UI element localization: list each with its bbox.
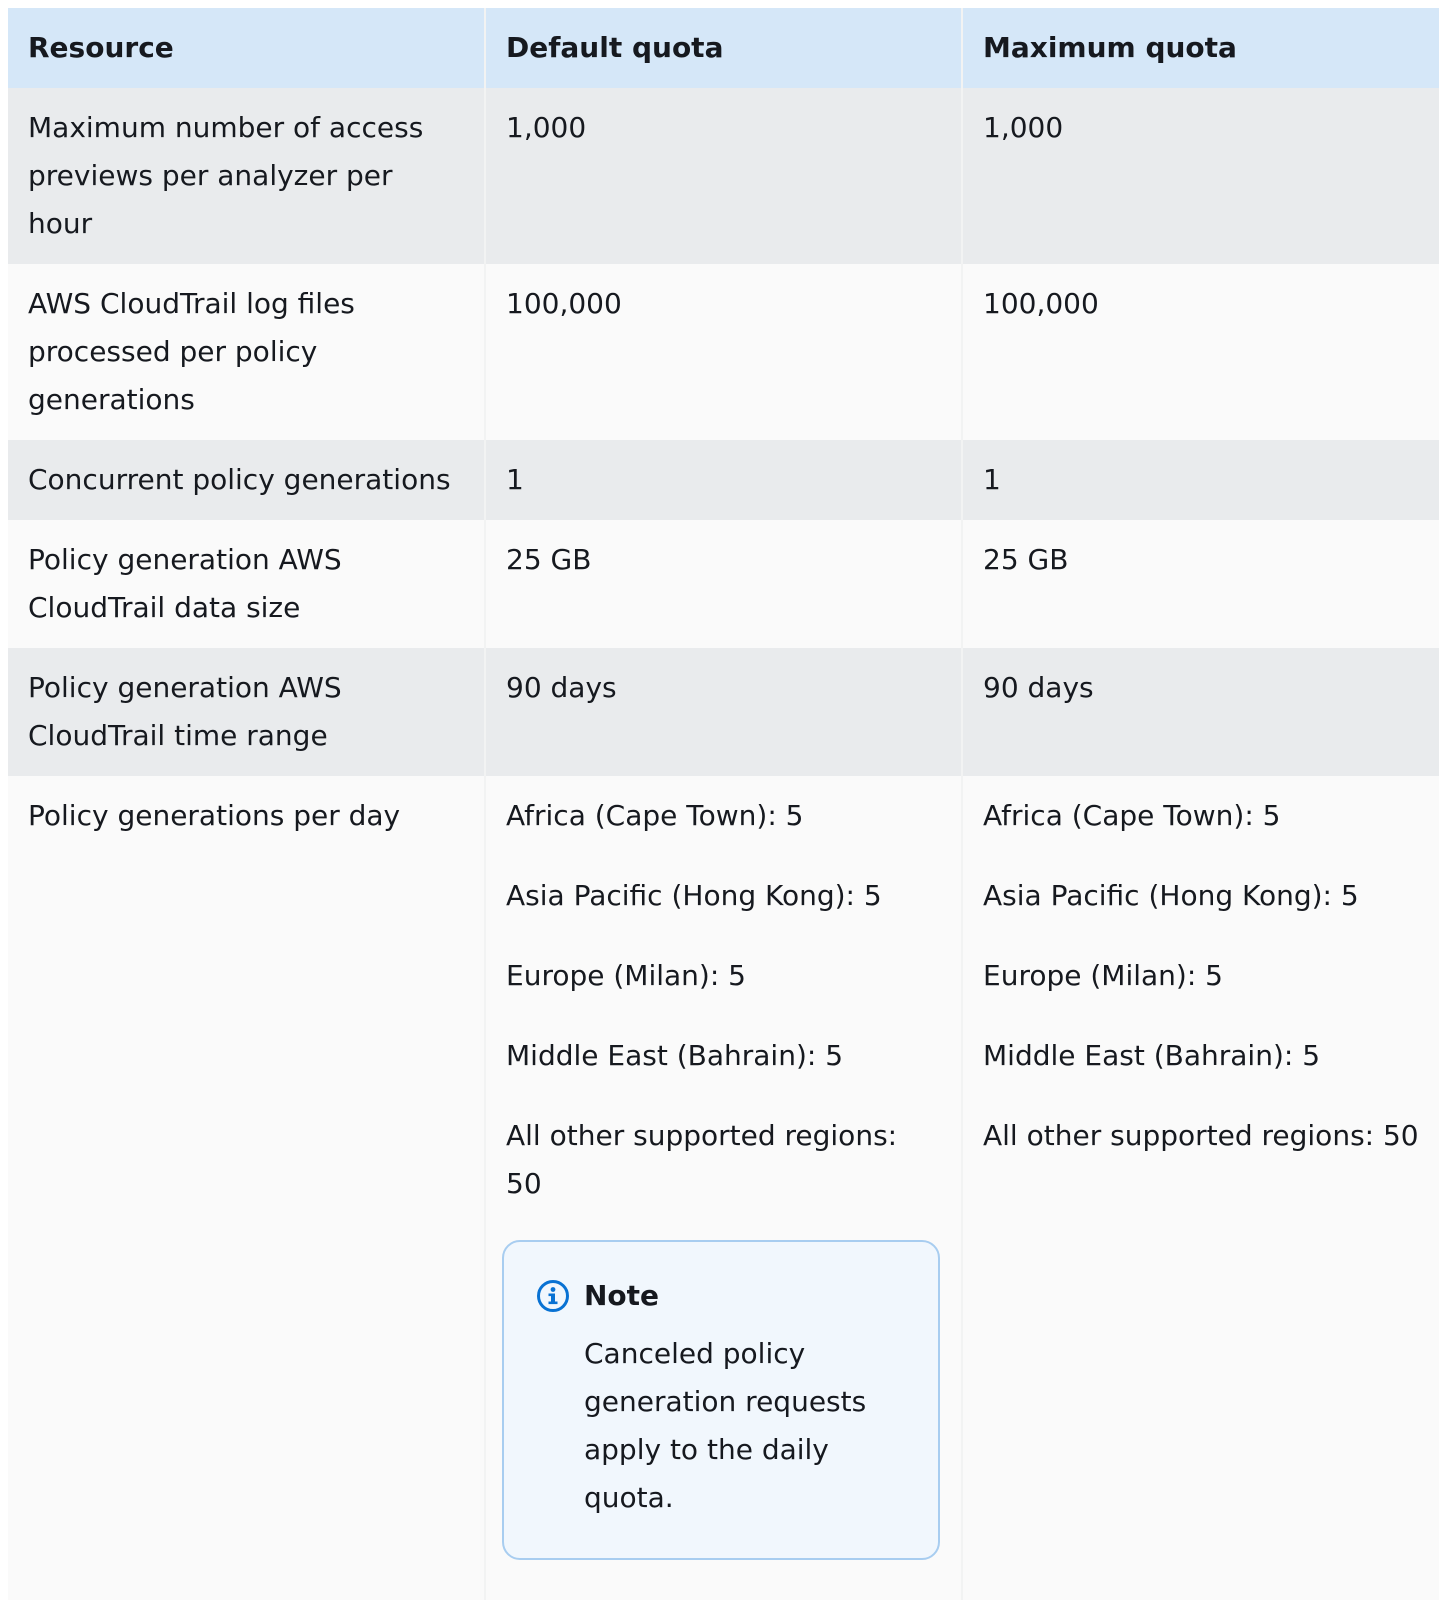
maximum-quota-cell: 1,000: [962, 88, 1439, 264]
maximum-region-list: Africa (Cape Town): 5 Asia Pacific (Hong…: [983, 792, 1419, 1160]
default-quota-cell: 1,000: [485, 88, 963, 264]
maximum-quota-cell: 90 days: [962, 648, 1439, 776]
resource-cell: Concurrent policy generations: [8, 440, 486, 520]
table-row: Policy generation AWS CloudTrail time ra…: [8, 648, 1439, 776]
quota-table: Resource Default quota Maximum quota Max…: [8, 8, 1439, 1600]
default-quota-cell: 100,000: [485, 264, 963, 440]
region-quota-item: All other supported regions: 50: [506, 1119, 898, 1200]
default-region-list: Africa (Cape Town): 5 Asia Pacific (Hong…: [506, 792, 941, 1208]
table-row: Policy generation AWS CloudTrail data si…: [8, 520, 1439, 648]
resource-cell: Policy generations per day: [8, 776, 486, 1600]
default-quota-cell: 25 GB: [485, 520, 963, 648]
maximum-quota-cell: 25 GB: [962, 520, 1439, 648]
resource-cell: Policy generation AWS CloudTrail time ra…: [8, 648, 486, 776]
column-header-default-quota: Default quota: [485, 8, 963, 88]
note-text: Canceled policy generation requests appl…: [584, 1337, 867, 1514]
resource-cell: Maximum number of access previews per an…: [8, 88, 486, 264]
note-callout: Note Canceled policy generation requests…: [502, 1240, 940, 1560]
column-header-maximum-quota: Maximum quota: [962, 8, 1439, 88]
default-quota-cell: 90 days: [485, 648, 963, 776]
default-quota-cell: Africa (Cape Town): 5 Asia Pacific (Hong…: [485, 776, 963, 1600]
maximum-quota-cell: 1: [962, 440, 1439, 520]
table-row: Concurrent policy generations 1 1: [8, 440, 1439, 520]
region-quota-item: Asia Pacific (Hong Kong): 5: [983, 879, 1359, 912]
column-header-resource: Resource: [8, 8, 486, 88]
region-quota-item: Middle East (Bahrain): 5: [983, 1039, 1321, 1072]
resource-cell: AWS CloudTrail log files processed per p…: [8, 264, 486, 440]
region-quota-item: Europe (Milan): 5: [983, 959, 1223, 992]
note-body: Note Canceled policy generation requests…: [584, 1272, 908, 1522]
maximum-quota-cell: Africa (Cape Town): 5 Asia Pacific (Hong…: [962, 776, 1439, 1600]
resource-cell: Policy generation AWS CloudTrail data si…: [8, 520, 486, 648]
region-quota-item: Europe (Milan): 5: [506, 959, 746, 992]
table-body: Maximum number of access previews per an…: [8, 88, 1439, 1600]
region-quota-item: All other supported regions: 50: [983, 1119, 1419, 1152]
maximum-quota-cell: 100,000: [962, 264, 1439, 440]
note-title: Note: [584, 1279, 660, 1312]
header-row: Resource Default quota Maximum quota: [8, 8, 1439, 88]
table-header: Resource Default quota Maximum quota: [8, 8, 1439, 88]
region-quota-item: Africa (Cape Town): 5: [506, 799, 804, 832]
region-quota-item: Middle East (Bahrain): 5: [506, 1039, 844, 1072]
table-row: Policy generations per day Africa (Cape …: [8, 776, 1439, 1600]
default-quota-cell: 1: [485, 440, 963, 520]
table-row: AWS CloudTrail log files processed per p…: [8, 264, 1439, 440]
info-icon: [536, 1279, 570, 1313]
region-quota-item: Africa (Cape Town): 5: [983, 799, 1281, 832]
region-quota-item: Asia Pacific (Hong Kong): 5: [506, 879, 882, 912]
table-row: Maximum number of access previews per an…: [8, 88, 1439, 264]
